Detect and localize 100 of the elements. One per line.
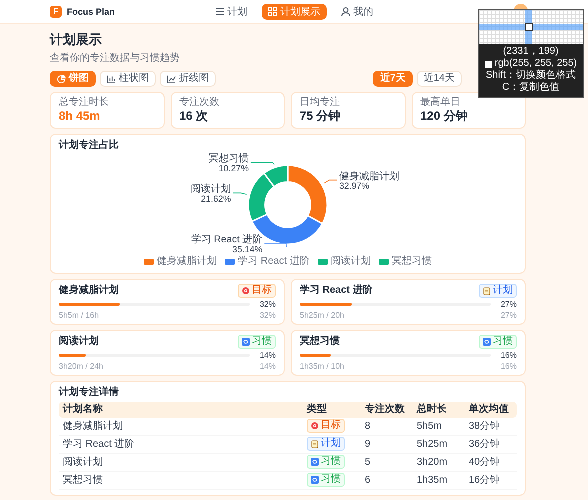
table-cell: 36分钟	[465, 436, 517, 454]
picker-hint: C：复制色值	[501, 82, 561, 94]
color-swatch	[484, 60, 492, 68]
table-cell: 健身减脂计划	[59, 418, 303, 436]
column-header: 类型	[303, 402, 361, 418]
stat-label: 专注次数	[180, 97, 220, 109]
stat-label: 总专注时长	[59, 97, 110, 109]
legend-item[interactable]: 冥想习惯	[378, 256, 432, 268]
type-badge: 习惯	[238, 335, 276, 349]
progress-detail: 5h25m / 20h	[300, 311, 344, 320]
progress-percent: 14%	[260, 362, 276, 371]
type-badge: 计划	[307, 437, 345, 451]
plan-name: 冥想习惯	[300, 336, 340, 348]
stat-value: 8h 45m	[59, 109, 102, 124]
stat-label: 日均专注	[300, 97, 341, 109]
stat-label: 最高单日	[420, 97, 462, 109]
nav-tab[interactable]: 我的	[334, 4, 380, 20]
stat-value: 75 分钟	[300, 109, 342, 124]
type-badge: 计划	[479, 284, 517, 298]
column-header: 总时长	[413, 402, 465, 418]
progress-percent: 16%	[500, 362, 517, 371]
legend-item[interactable]: 阅读计划	[318, 256, 371, 268]
progress-percent: 32%	[260, 311, 276, 320]
plan-name: 学习 React 进阶	[300, 285, 373, 297]
slice-label: 阅读计划	[191, 184, 232, 196]
repeat-icon	[242, 338, 250, 346]
slice-label: 健身减脂计划	[339, 171, 400, 182]
legend-item[interactable]: 学习 React 进阶	[225, 256, 310, 268]
grid-icon	[268, 7, 278, 17]
slice-label: 学习 React 进阶	[191, 234, 263, 246]
repeat-icon	[311, 476, 319, 484]
chart-type-tab[interactable]: 饼图	[50, 71, 96, 87]
table-cell: 阅读计划	[59, 454, 303, 472]
type-badge: 习惯	[307, 455, 345, 469]
range-tab[interactable]: 近14天	[416, 71, 462, 87]
slice-percent: 35.14%	[232, 244, 263, 254]
table-cell: 8	[361, 418, 413, 436]
slice-percent: 32.97%	[339, 181, 370, 192]
picker-hint: Shift：切换颜色格式	[484, 70, 577, 82]
leader-line	[250, 162, 275, 166]
bar-chart-icon	[107, 74, 116, 84]
type-badge: 目标	[238, 284, 276, 298]
color-value: rgb(255, 255, 255)	[494, 58, 578, 70]
progress-percent: 27%	[500, 300, 517, 309]
table-cell: 5h25m	[413, 436, 465, 454]
range-tab[interactable]: 近7天	[373, 71, 413, 87]
dart-icon	[311, 422, 319, 430]
donut-slice[interactable]	[264, 164, 289, 188]
column-header: 专注次数	[361, 402, 413, 418]
type-badge: 习惯	[307, 473, 345, 487]
user-icon	[340, 7, 350, 17]
progress-percent: 27%	[500, 311, 517, 320]
table-cell: 16分钟	[465, 472, 517, 490]
slice-percent: 21.62%	[201, 194, 232, 204]
app-name: Focus Plan	[67, 6, 116, 16]
card-title: 计划专注占比	[59, 140, 120, 152]
leader-line	[324, 180, 338, 184]
card-title: 计划专注详情	[59, 387, 120, 399]
chart-type-tab[interactable]: 柱状图	[100, 71, 156, 87]
table-cell: 冥想习惯	[59, 472, 303, 490]
chart-type-tab[interactable]: 折线图	[160, 71, 216, 87]
stat-value: 16 次	[180, 109, 210, 124]
table-cell: 学习 React 进阶	[59, 436, 303, 454]
plan-name: 健身减脂计划	[59, 285, 119, 297]
legend-item[interactable]: 健身减脂计划	[144, 256, 218, 268]
progress-detail: 3h20m / 24h	[59, 362, 104, 371]
pie-chart-icon	[57, 74, 66, 84]
progress-percent: 32%	[260, 300, 276, 309]
table-cell: 38分钟	[465, 418, 517, 436]
clipboard-icon	[483, 287, 491, 295]
clipboard-icon	[311, 440, 319, 448]
table-cell: 6	[361, 472, 413, 490]
logo-mark: F	[50, 6, 62, 18]
nav-tab[interactable]: 计划	[208, 4, 254, 20]
progress-percent: 14%	[260, 351, 276, 360]
column-header: 计划名称	[59, 402, 303, 418]
cursor-coordinates: (2331，199)	[502, 46, 560, 58]
leader-line	[232, 192, 248, 196]
page-title: 计划展示	[50, 32, 103, 48]
progress-percent: 16%	[500, 351, 517, 360]
table-cell: 9	[361, 436, 413, 454]
donut-slice[interactable]	[287, 164, 328, 225]
line-chart-icon	[167, 74, 176, 84]
list-icon	[214, 7, 224, 17]
plan-name: 阅读计划	[59, 336, 99, 348]
column-header: 单次均值	[465, 402, 517, 418]
table-cell: 3h20m	[413, 454, 465, 472]
slice-percent: 10.27%	[218, 163, 249, 174]
table-cell: 1h35m	[413, 472, 465, 490]
dart-icon	[242, 287, 250, 295]
type-badge: 习惯	[479, 335, 517, 349]
leader-line	[264, 243, 287, 248]
table-cell: 5h5m	[413, 418, 465, 436]
repeat-icon	[311, 458, 319, 466]
slice-label: 冥想习惯	[208, 154, 249, 165]
progress-detail: 5h5m / 16h	[59, 311, 100, 320]
table-cell: 40分钟	[465, 454, 517, 472]
nav-tab[interactable]: 计划展示	[262, 4, 326, 20]
stat-value: 120 分钟	[420, 109, 469, 124]
page-subtitle: 查看你的专注数据与习惯趋势	[50, 53, 180, 65]
